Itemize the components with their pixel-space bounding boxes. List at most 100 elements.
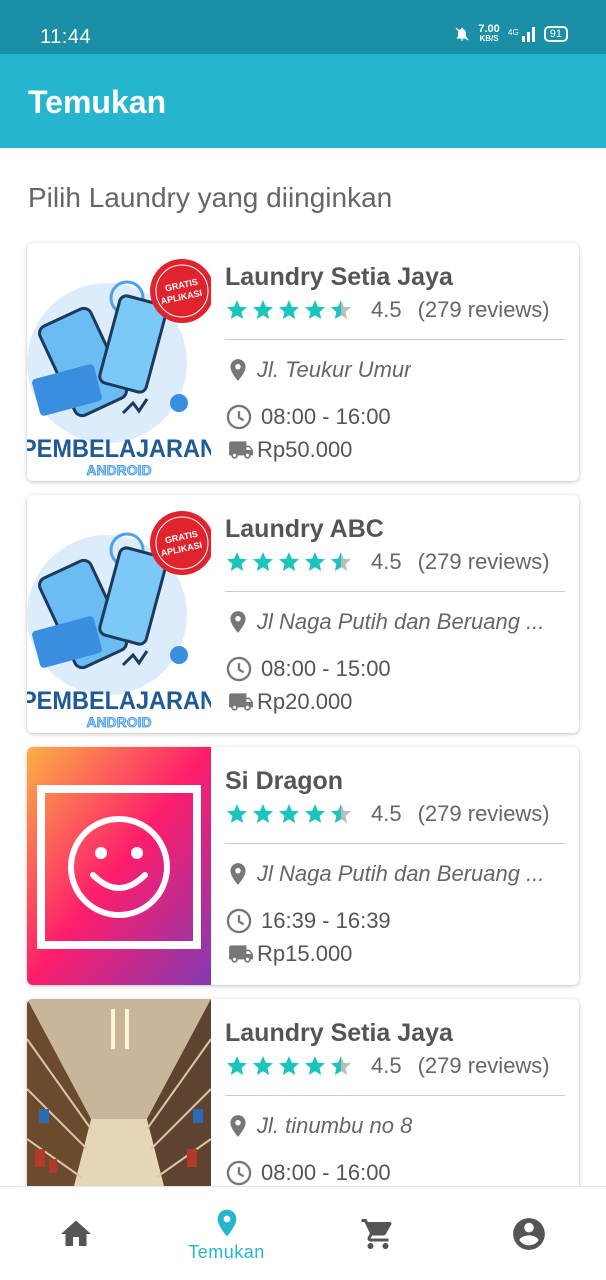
- laundry-card[interactable]: Laundry Setia Jaya 4.5 (279 reviews) Jl.…: [27, 999, 579, 1186]
- rating-stars: [225, 550, 353, 574]
- location-pin-icon: [217, 1209, 236, 1236]
- laundry-info: Laundry Setia Jaya 4.5 (279 reviews) Jl.…: [225, 999, 567, 1186]
- star-full-icon: [279, 804, 299, 823]
- section-subtitle: Pilih Laundry yang diinginkan: [28, 182, 393, 213]
- rating-stars: [225, 1054, 353, 1078]
- page-title: Temukan: [28, 84, 167, 120]
- delivery-price: Rp50.000: [257, 437, 353, 462]
- delivery-truck-icon: [229, 441, 253, 459]
- location-pin-icon: [230, 611, 246, 633]
- status-icons: 7.00 KB/S 4G 91: [454, 24, 568, 44]
- laundry-card[interactable]: Si Dragon 4.5 (279 reviews) Jl Naga Puti…: [27, 747, 579, 985]
- svg-text:ANDROID: ANDROID: [86, 462, 151, 478]
- nav-cart[interactable]: [302, 1187, 453, 1280]
- clock-icon: [226, 908, 252, 934]
- star-full-icon: [305, 804, 325, 823]
- delivery-truck-icon: [229, 945, 253, 963]
- rating-score: 4.5: [371, 297, 402, 322]
- battery-icon: 91: [543, 26, 568, 42]
- price-row: Rp50.000: [225, 437, 352, 463]
- laundry-info: Laundry Setia Jaya 4.5 (279 reviews) Jl.…: [225, 243, 567, 481]
- clock-icon: [226, 656, 252, 682]
- price-row: Rp15.000: [225, 941, 352, 967]
- laundry-name: Laundry ABC: [225, 515, 384, 543]
- opening-hours: 16:39 - 16:39: [261, 908, 391, 933]
- laundry-address: Jl. tinumbu no 8: [257, 1113, 413, 1138]
- rating-score: 4.5: [371, 1053, 402, 1078]
- location-pin-icon: [230, 1115, 246, 1137]
- star-full-icon: [305, 300, 325, 319]
- laundry-card[interactable]: GRATIS APLIKASI PEMBELAJARAN ANDROID Lau…: [27, 495, 579, 733]
- star-full-icon: [305, 1056, 325, 1075]
- divider: [225, 843, 565, 844]
- star-full-icon: [279, 300, 299, 319]
- opening-hours: 08:00 - 16:00: [261, 404, 391, 429]
- rating-score: 4.5: [371, 801, 402, 826]
- laundry-name: Si Dragon: [225, 767, 344, 795]
- nav-temukan[interactable]: Temukan: [151, 1187, 302, 1280]
- status-bar: 11:44 7.00 KB/S 4G 91: [0, 0, 606, 54]
- rating-row: 4.5 (279 reviews): [225, 799, 550, 829]
- review-count: (279 reviews): [417, 1053, 550, 1078]
- bell-off-icon: [455, 27, 469, 41]
- clock-icon: [226, 1160, 252, 1186]
- laundry-address: Jl Naga Putih dan Beruang ...: [257, 861, 545, 886]
- svg-text:PEMBELAJARAN: PEMBELAJARAN: [27, 687, 211, 715]
- rating-score: 4.5: [371, 549, 402, 574]
- laundry-list-screen[interactable]: Pilih Laundry yang diinginkan GRATIS APL…: [0, 148, 606, 1186]
- svg-text:4G: 4G: [508, 28, 519, 37]
- clock-icon: [226, 404, 252, 430]
- address-row: Jl Naga Putih dan Beruang ...: [225, 609, 544, 635]
- signal-4g-icon: 4G: [508, 27, 535, 42]
- bottom-navigation: Temukan: [0, 1186, 606, 1280]
- rating-stars: [225, 802, 353, 826]
- laundry-thumbnail: [27, 999, 211, 1186]
- hours-row: 08:00 - 16:00: [225, 1159, 391, 1186]
- star-full-icon: [227, 552, 247, 571]
- nav-label: Temukan: [188, 1241, 265, 1262]
- status-time: 11:44: [40, 26, 92, 48]
- review-count: (279 reviews): [417, 297, 550, 322]
- svg-text:ANDROID: ANDROID: [86, 714, 151, 730]
- rating-row: 4.5 (279 reviews): [225, 1051, 550, 1081]
- opening-hours: 08:00 - 16:00: [261, 1160, 391, 1185]
- account-icon: [512, 1218, 545, 1250]
- divider: [225, 591, 565, 592]
- address-row: Jl. Teukur Umur: [225, 357, 411, 383]
- star-half-icon: [331, 552, 351, 571]
- price-row: Rp20.000: [225, 689, 352, 715]
- star-half-icon: [331, 1056, 351, 1075]
- divider: [225, 339, 565, 340]
- delivery-price: Rp15.000: [257, 941, 353, 966]
- star-full-icon: [227, 804, 247, 823]
- hours-row: 16:39 - 16:39: [225, 907, 391, 935]
- delivery-truck-icon: [229, 693, 253, 711]
- star-half-icon: [331, 804, 351, 823]
- laundry-card[interactable]: GRATIS APLIKASI PEMBELAJARAN ANDROID Lau…: [27, 243, 579, 481]
- home-icon: [60, 1220, 91, 1246]
- star-full-icon: [253, 1056, 273, 1075]
- rating-row: 4.5 (279 reviews): [225, 295, 550, 325]
- review-count: (279 reviews): [417, 549, 550, 574]
- star-full-icon: [253, 552, 273, 571]
- rating-stars: [225, 298, 353, 322]
- star-full-icon: [279, 552, 299, 571]
- laundry-info: Si Dragon 4.5 (279 reviews) Jl Naga Puti…: [225, 747, 567, 985]
- star-half-icon: [331, 300, 351, 319]
- location-pin-icon: [230, 863, 246, 885]
- app-bar: Temukan: [0, 54, 606, 148]
- rating-row: 4.5 (279 reviews): [225, 547, 550, 577]
- nav-account[interactable]: [453, 1187, 604, 1280]
- star-full-icon: [227, 1056, 247, 1075]
- review-count: (279 reviews): [417, 801, 550, 826]
- address-row: Jl. tinumbu no 8: [225, 1113, 412, 1139]
- laundry-thumbnail: GRATIS APLIKASI PEMBELAJARAN ANDROID: [27, 243, 211, 481]
- star-full-icon: [279, 1056, 299, 1075]
- laundry-name: Laundry Setia Jaya: [225, 263, 453, 291]
- star-full-icon: [253, 804, 273, 823]
- opening-hours: 08:00 - 15:00: [261, 656, 391, 681]
- nav-home[interactable]: [0, 1187, 151, 1280]
- laundry-name: Laundry Setia Jaya: [225, 1019, 453, 1047]
- hours-row: 08:00 - 15:00: [225, 655, 391, 683]
- star-full-icon: [253, 300, 273, 319]
